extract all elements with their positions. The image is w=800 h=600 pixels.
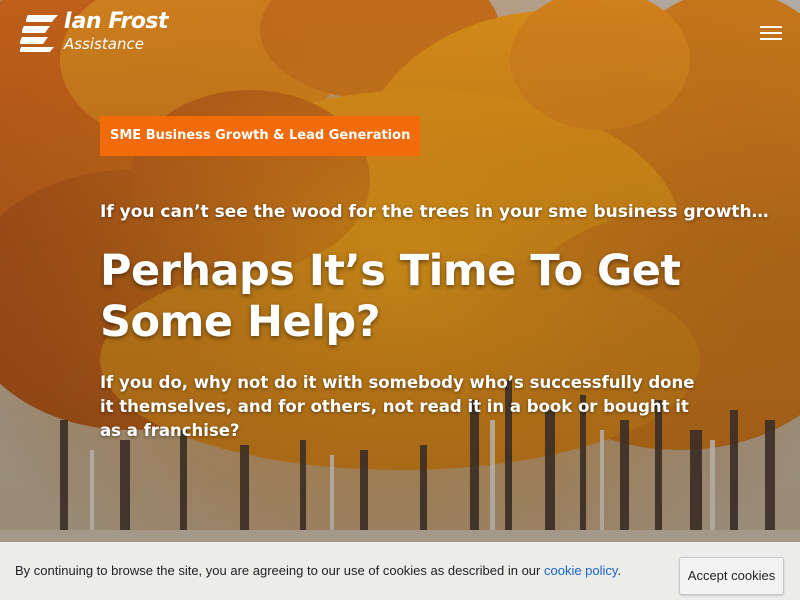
site-logo[interactable]: Ian Frost Assistance [18, 9, 169, 55]
cookie-text-before: By continuing to browse the site, you ar… [15, 563, 544, 578]
hero-kicker: If you can’t see the wood for the trees … [100, 202, 769, 222]
cookie-text-after: . [617, 563, 622, 578]
hamburger-menu-icon[interactable] [756, 22, 784, 44]
menu-line [760, 38, 782, 40]
accept-cookies-button[interactable]: Accept cookies [679, 557, 784, 595]
page: Ian Frost Assistance SME Business Growth… [0, 0, 800, 600]
category-tag: SME Business Growth & Lead Generation [100, 116, 421, 156]
menu-line [760, 32, 782, 34]
logo-subtitle: Assistance [64, 35, 144, 53]
logo-mark-icon [20, 15, 58, 52]
logo-name: Ian Frost [64, 9, 169, 34]
cookie-message: By continuing to browse the site, you ar… [15, 562, 621, 579]
cookie-policy-link[interactable]: cookie policy [544, 563, 617, 578]
hero-headline: Perhaps It’s Time To Get Some Help? [100, 246, 681, 347]
menu-line [760, 26, 782, 28]
hero-subtext: If you do, why not do it with somebody w… [100, 373, 695, 440]
